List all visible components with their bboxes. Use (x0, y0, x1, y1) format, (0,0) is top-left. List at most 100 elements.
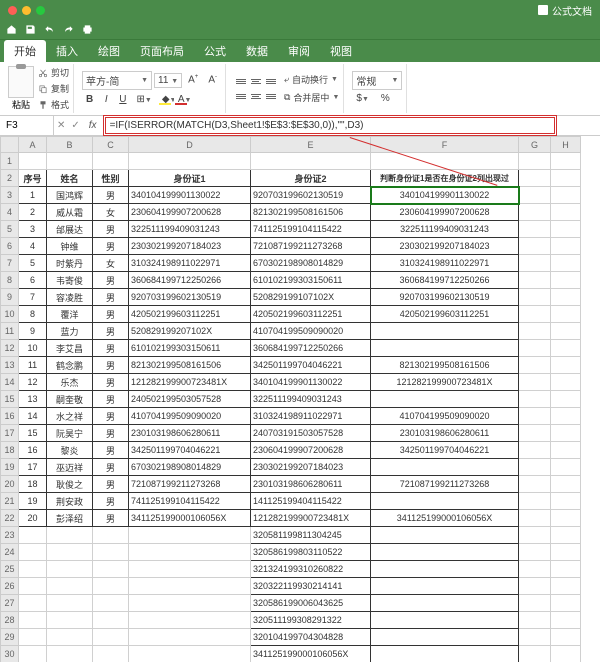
cell[interactable]: 520829199207102X (129, 323, 251, 340)
cell[interactable]: 721087199211273268 (251, 238, 371, 255)
row-header[interactable]: 28 (1, 612, 19, 629)
cell[interactable]: 320511199308291322 (251, 612, 371, 629)
tab-formula[interactable]: 公式 (194, 40, 236, 62)
cell[interactable]: 920703199602130519 (251, 187, 371, 204)
cell[interactable]: 鹤念鹏 (47, 357, 93, 374)
cell[interactable]: 8 (19, 306, 47, 323)
col-header[interactable]: C (93, 137, 129, 153)
cell[interactable]: 360684199712250266 (251, 340, 371, 357)
cell[interactable]: 14 (19, 408, 47, 425)
cell[interactable]: 11 (19, 357, 47, 374)
close-icon[interactable] (8, 6, 17, 15)
cell[interactable]: 13 (19, 391, 47, 408)
cell[interactable]: 320581199811304245 (251, 527, 371, 544)
row-header[interactable]: 26 (1, 578, 19, 595)
cell[interactable]: 320586199803110522 (251, 544, 371, 561)
row-header[interactable]: 22 (1, 510, 19, 527)
row-header[interactable]: 15 (1, 391, 19, 408)
cell[interactable]: 230604199907200628 (129, 204, 251, 221)
cell[interactable]: 钟维 (47, 238, 93, 255)
cell[interactable]: 420502199603112251 (129, 306, 251, 323)
align-right[interactable] (264, 89, 278, 103)
cell[interactable]: 610102199303150611 (251, 272, 371, 289)
print-icon[interactable] (82, 24, 93, 35)
cell[interactable]: 420502199603112251 (251, 306, 371, 323)
cancel-icon[interactable]: ✕ (54, 120, 68, 131)
cell[interactable]: 覆洋 (47, 306, 93, 323)
cell[interactable]: 时紫丹 (47, 255, 93, 272)
grow-font-button[interactable]: A+ (184, 72, 202, 87)
row-header[interactable]: 17 (1, 425, 19, 442)
row-header[interactable]: 27 (1, 595, 19, 612)
cell[interactable]: 920703199602130519 (129, 289, 251, 306)
home-icon[interactable] (6, 24, 17, 35)
cell[interactable]: 10 (19, 340, 47, 357)
bold-button[interactable]: B (82, 92, 97, 107)
align-top-left[interactable] (234, 74, 248, 88)
font-size[interactable]: 11 ▼ (154, 73, 182, 88)
align-top-right[interactable] (264, 74, 278, 88)
cell[interactable]: 嗣奎敬 (47, 391, 93, 408)
underline-button[interactable]: U (115, 92, 130, 107)
cell[interactable]: 821302199508161506 (371, 357, 519, 374)
cell[interactable]: 邰展达 (47, 221, 93, 238)
cell[interactable]: 17 (19, 459, 47, 476)
row-header[interactable]: 2 (1, 170, 19, 187)
col-header[interactable]: B (47, 137, 93, 153)
cell[interactable]: 670302198908014829 (129, 459, 251, 476)
cell[interactable]: 男 (93, 408, 129, 425)
cell[interactable]: 360684199712250266 (129, 272, 251, 289)
formula-bar[interactable]: =IF(ISERROR(MATCH(D3,Sheet1!$E$3:$E$30,0… (105, 117, 555, 134)
cell[interactable]: 男 (93, 476, 129, 493)
cell[interactable]: 容凌胜 (47, 289, 93, 306)
cell[interactable]: 男 (93, 391, 129, 408)
cell[interactable]: 121282199900723481X (129, 374, 251, 391)
cell[interactable]: 230604199907200628 (251, 442, 371, 459)
tab-home[interactable]: 开始 (4, 40, 46, 62)
cell[interactable]: 670302198908014829 (251, 255, 371, 272)
row-header[interactable]: 29 (1, 629, 19, 646)
cell[interactable]: 230604199907200628 (371, 204, 519, 221)
cell[interactable]: 341125199000106056X (251, 646, 371, 662)
tab-view[interactable]: 视图 (320, 40, 362, 62)
cell[interactable] (371, 459, 519, 476)
row-header[interactable]: 1 (1, 153, 19, 170)
tab-draw[interactable]: 绘图 (88, 40, 130, 62)
cell[interactable]: 耿俊之 (47, 476, 93, 493)
cell[interactable]: 15 (19, 425, 47, 442)
cell[interactable]: 男 (93, 238, 129, 255)
cell[interactable]: 310324198911022971 (251, 408, 371, 425)
col-header[interactable]: H (551, 137, 581, 153)
row-header[interactable]: 24 (1, 544, 19, 561)
tab-data[interactable]: 数据 (236, 40, 278, 62)
cell[interactable]: 322511199409031243 (129, 221, 251, 238)
cell[interactable]: 230103198606280611 (371, 425, 519, 442)
cell[interactable]: 310324198911022971 (371, 255, 519, 272)
cell[interactable]: 341125199000106056X (129, 510, 251, 527)
cell[interactable]: 女 (93, 204, 129, 221)
cell[interactable]: 5 (19, 255, 47, 272)
name-box[interactable]: F3 (0, 116, 54, 135)
tab-insert[interactable]: 插入 (46, 40, 88, 62)
align-left[interactable] (234, 89, 248, 103)
col-header[interactable]: A (19, 137, 47, 153)
row-header[interactable]: 5 (1, 221, 19, 238)
cell[interactable]: 321324199310260822 (251, 561, 371, 578)
fx-label[interactable]: fx (83, 120, 103, 131)
cell[interactable]: 女 (93, 255, 129, 272)
cell[interactable]: 男 (93, 442, 129, 459)
cell[interactable]: 340104199901130022 (251, 374, 371, 391)
save-icon[interactable] (25, 24, 36, 35)
align-center[interactable] (249, 89, 263, 103)
paste-icon[interactable] (8, 66, 34, 98)
cell[interactable]: 蓝力 (47, 323, 93, 340)
cell[interactable]: 240502199503057528 (129, 391, 251, 408)
row-header[interactable]: 8 (1, 272, 19, 289)
cell[interactable]: 男 (93, 272, 129, 289)
cell[interactable]: 322511199409031243 (251, 391, 371, 408)
cell[interactable]: 男 (93, 459, 129, 476)
confirm-icon[interactable]: ✓ (68, 120, 82, 131)
row-header[interactable]: 25 (1, 561, 19, 578)
cell[interactable]: 2 (19, 204, 47, 221)
spreadsheet[interactable]: A B C D E F G H 12序号姓名性别身份证1身份证2判断身份证1是否… (0, 136, 581, 662)
